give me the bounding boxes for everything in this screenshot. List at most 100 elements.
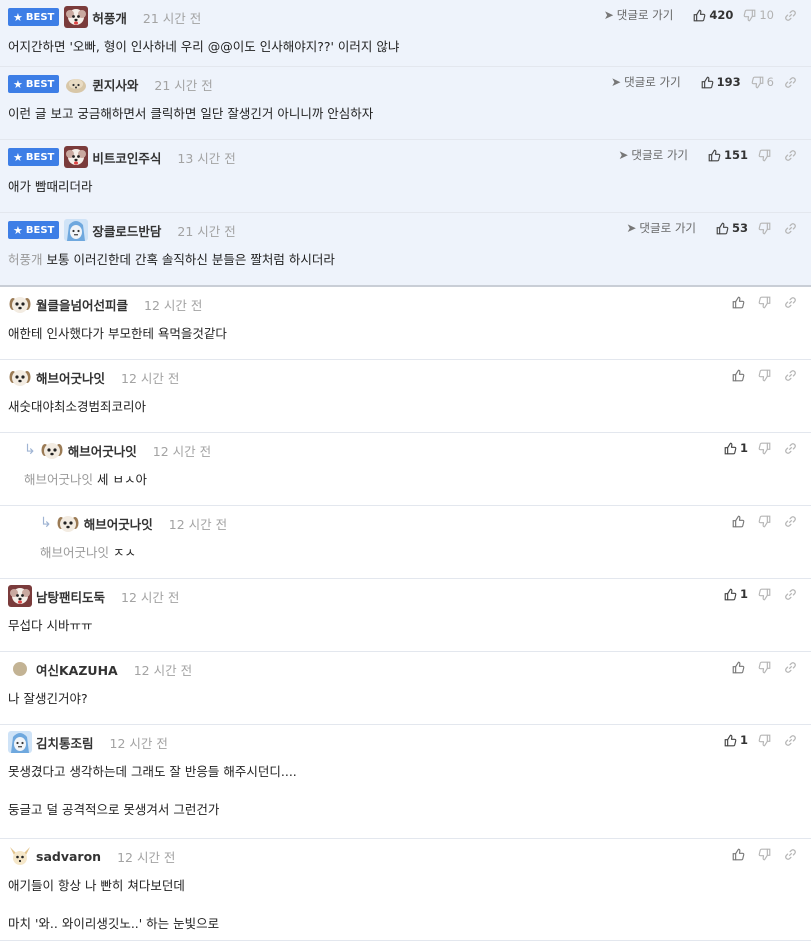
dislike-button[interactable]: [758, 442, 774, 455]
link-icon[interactable]: [784, 76, 797, 89]
like-button[interactable]: 1: [724, 441, 748, 455]
author-name[interactable]: 장클로드반담: [92, 221, 161, 240]
best-comment: ★ BEST 장클로드반담 21 시간 전 ➤ 댓글로 가기 53 허풍개 보통 이러긴한데 간…: [0, 213, 811, 287]
author-name[interactable]: sadvaron: [36, 849, 101, 864]
comment-actions: [722, 512, 797, 530]
comment-body: 어지간하면 '오빠, 형이 인사하네 우리 @@이도 인사해야지??' 이러지 …: [8, 38, 691, 56]
like-count: 151: [723, 148, 748, 162]
go-to-comment-link[interactable]: ➤ 댓글로 가기: [626, 220, 696, 236]
dislike-button[interactable]: 10: [743, 8, 774, 22]
author-name[interactable]: 퀸지사와: [92, 75, 138, 94]
dislike-button[interactable]: [758, 222, 774, 235]
comment-body: 무섭다 시바ㅠㅠ: [8, 617, 691, 635]
author-name[interactable]: 해브어굿나잇: [36, 368, 105, 387]
dislike-button[interactable]: [758, 661, 774, 674]
author-name[interactable]: 해브어굿나잇: [84, 514, 153, 533]
fluffy-dog-avatar[interactable]: [64, 6, 89, 28]
dislike-button[interactable]: [758, 588, 774, 601]
like-button[interactable]: 151: [708, 148, 748, 162]
dislike-button[interactable]: [758, 515, 774, 528]
comment-header: 해브어굿나잇 12 시간 전: [8, 365, 179, 389]
best-badge: ★ BEST: [8, 148, 60, 166]
author-name[interactable]: 김치통조림: [36, 733, 94, 752]
link-icon[interactable]: [784, 149, 797, 162]
puppy-avatar[interactable]: [8, 293, 32, 315]
go-to-comment-link[interactable]: ➤ 댓글로 가기: [611, 74, 681, 90]
author-name[interactable]: 허풍개: [92, 8, 127, 27]
mention[interactable]: 해브어굿나잇: [40, 545, 109, 560]
comment-time: 21 시간 전: [177, 223, 236, 239]
like-button[interactable]: [732, 661, 748, 674]
like-count: 1: [739, 441, 748, 455]
author-name[interactable]: 월클을넘어선피클: [36, 295, 128, 314]
comment: sadvaron 12 시간 전 애기들이 항상 나 빤히 쳐다보던데 마치 '와..…: [0, 839, 811, 941]
star-icon: ★: [13, 77, 23, 91]
comment-header: 여신KAZUHA 12 시간 전: [8, 657, 192, 681]
puppy-avatar[interactable]: [56, 512, 80, 534]
comment-actions: ➤ 댓글로 가기 193 6: [611, 73, 797, 91]
author-name[interactable]: 여신KAZUHA: [36, 660, 118, 679]
mention[interactable]: 해브어굿나잇: [24, 472, 93, 487]
like-button[interactable]: 193: [701, 75, 741, 89]
comment-time: 21 시간 전: [154, 77, 213, 93]
comment-header: ★ BEST 허풍개 21 시간 전: [8, 5, 201, 29]
link-icon[interactable]: [784, 222, 797, 235]
link-icon[interactable]: [784, 734, 797, 747]
reply-arrow-icon: ↳: [24, 442, 36, 458]
like-button[interactable]: 53: [716, 221, 748, 235]
like-count: 193: [716, 75, 741, 89]
puppy-avatar[interactable]: [40, 439, 64, 461]
go-to-comment-link[interactable]: ➤ 댓글로 가기: [618, 147, 688, 163]
like-button[interactable]: [732, 296, 748, 309]
puppy-avatar[interactable]: [8, 366, 32, 388]
link-icon[interactable]: [784, 369, 797, 382]
comment-actions: ➤ 댓글로 가기 420 10: [604, 6, 797, 24]
like-button[interactable]: [732, 369, 748, 382]
dislike-button[interactable]: [758, 149, 774, 162]
best-comment: ★ BEST 퀸지사와 21 시간 전 ➤ 댓글로 가기 193 6 이런 글 보고 궁금해하면…: [0, 67, 811, 140]
go-to-comment-link[interactable]: ➤ 댓글로 가기: [604, 7, 674, 23]
small-dog-avatar[interactable]: [64, 73, 88, 95]
author-name[interactable]: 비트코인주식: [92, 148, 161, 167]
dislike-button[interactable]: [758, 369, 774, 382]
link-icon[interactable]: [784, 588, 797, 601]
blue-character-avatar[interactable]: [8, 731, 32, 753]
dislike-button[interactable]: [758, 296, 774, 309]
blue-character-avatar[interactable]: [64, 219, 89, 241]
comment-actions: ➤ 댓글로 가기 151: [618, 146, 797, 164]
like-button[interactable]: 420: [693, 8, 733, 22]
author-name[interactable]: 해브어굿나잇: [68, 441, 137, 460]
author-name[interactable]: 남탕팬티도둑: [36, 587, 105, 606]
like-button[interactable]: [732, 848, 748, 861]
link-icon[interactable]: [784, 9, 797, 22]
star-icon: ★: [13, 10, 23, 24]
link-icon[interactable]: [784, 442, 797, 455]
dislike-button[interactable]: 6: [751, 75, 774, 89]
dislike-button[interactable]: [758, 848, 774, 861]
level-dot-avatar[interactable]: [8, 658, 32, 680]
link-icon[interactable]: [784, 848, 797, 861]
fluffy-dog-avatar[interactable]: [64, 146, 89, 168]
link-icon[interactable]: [784, 296, 797, 309]
dislike-count: 10: [759, 8, 774, 22]
comment: 김치통조림 12 시간 전 1 못생겼다고 생각하는데 그래도 잘 반응들 해주시던디…: [0, 725, 811, 839]
link-icon[interactable]: [784, 515, 797, 528]
dislike-count: 6: [766, 75, 774, 89]
comment-header: 김치통조림 12 시간 전: [8, 730, 168, 754]
best-badge: ★ BEST: [8, 221, 60, 239]
comment-header: 월클을넘어선피클 12 시간 전: [8, 292, 202, 316]
dislike-button[interactable]: [758, 734, 774, 747]
comment: 남탕팬티도둑 12 시간 전 1 무섭다 시바ㅠㅠ: [0, 579, 811, 652]
mention[interactable]: 허풍개: [8, 252, 43, 267]
comment-time: 12 시간 전: [117, 849, 176, 865]
comment-time: 12 시간 전: [133, 662, 193, 678]
like-button[interactable]: 1: [724, 733, 748, 747]
comment-header: 남탕팬티도둑 12 시간 전: [8, 584, 179, 608]
fluffy-dog-avatar[interactable]: [8, 585, 32, 607]
like-button[interactable]: [732, 515, 748, 528]
like-button[interactable]: 1: [724, 587, 748, 601]
comment: 여신KAZUHA 12 시간 전나 잘생긴거야?: [0, 652, 811, 725]
comment-body: 허풍개 보통 이러긴한데 간혹 솔직하신 분들은 짤처럼 하시더라: [8, 251, 691, 269]
fennec-avatar[interactable]: [8, 845, 32, 867]
link-icon[interactable]: [784, 661, 797, 674]
